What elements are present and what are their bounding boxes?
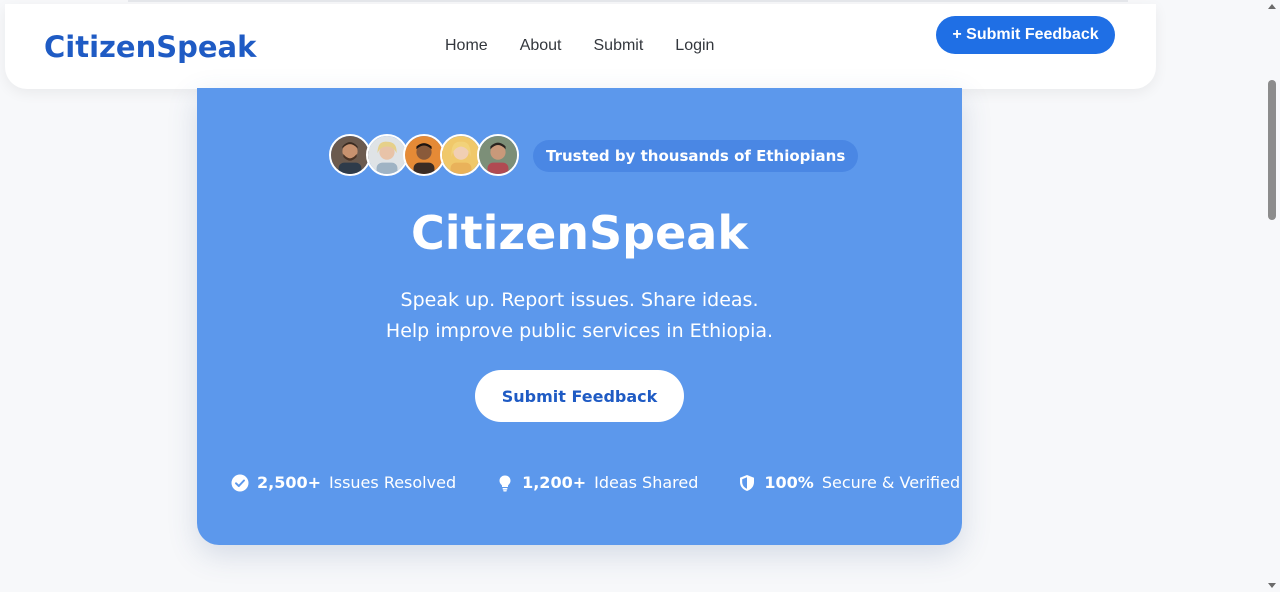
scroll-down-icon[interactable] (1268, 583, 1276, 588)
navbar: CitizenSpeak Home About Submit Login + S… (5, 4, 1156, 89)
stats-row: 2,500+ Issues Resolved 1,200+ Ideas Shar… (231, 473, 960, 492)
subtitle-line-2: Help improve public services in Ethiopia… (385, 320, 774, 342)
avatar (366, 134, 408, 176)
hero-card: Trusted by thousands of Ethiopians Citiz… (197, 88, 962, 545)
scrollbar-thumb[interactable] (1268, 80, 1276, 220)
lightbulb-icon (496, 474, 514, 492)
stat-value: 1,200+ (522, 473, 587, 492)
trust-badge: Trusted by thousands of Ethiopians (533, 140, 859, 172)
stat-label: Issues Resolved (329, 473, 457, 492)
avatar (329, 134, 371, 176)
check-circle-icon (231, 474, 249, 492)
stat-ideas-shared: 1,200+ Ideas Shared (496, 473, 698, 492)
avatar (440, 134, 482, 176)
top-edge-line (128, 0, 1128, 2)
subtitle-line-1: Speak up. Report issues. Share ideas. (400, 289, 759, 311)
avatar (477, 134, 519, 176)
nav-link-submit[interactable]: Submit (594, 37, 644, 55)
nav-link-home[interactable]: Home (445, 37, 488, 55)
brand-logo[interactable]: CitizenSpeak (44, 30, 256, 64)
stat-secure-verified: 100% Secure & Verified (738, 473, 960, 492)
stat-value: 100% (764, 473, 814, 492)
stat-label: Ideas Shared (594, 473, 699, 492)
submit-feedback-button[interactable]: Submit Feedback (475, 370, 684, 422)
hero-title: CitizenSpeak (411, 206, 748, 260)
hero-subtitle: Speak up. Report issues. Share ideas. He… (197, 285, 962, 347)
stat-value: 2,500+ (257, 473, 322, 492)
avatar-group (329, 134, 519, 176)
page-scrollbar[interactable] (1265, 0, 1280, 592)
submit-feedback-cta-button[interactable]: + Submit Feedback (936, 16, 1115, 54)
nav-link-login[interactable]: Login (675, 37, 714, 55)
avatar (403, 134, 445, 176)
shield-icon (738, 474, 756, 492)
stat-issues-resolved: 2,500+ Issues Resolved (231, 473, 456, 492)
stat-label: Secure & Verified (821, 473, 961, 492)
nav-links: Home About Submit Login (445, 37, 714, 55)
nav-link-about[interactable]: About (520, 37, 562, 55)
scroll-up-icon[interactable] (1268, 4, 1276, 9)
